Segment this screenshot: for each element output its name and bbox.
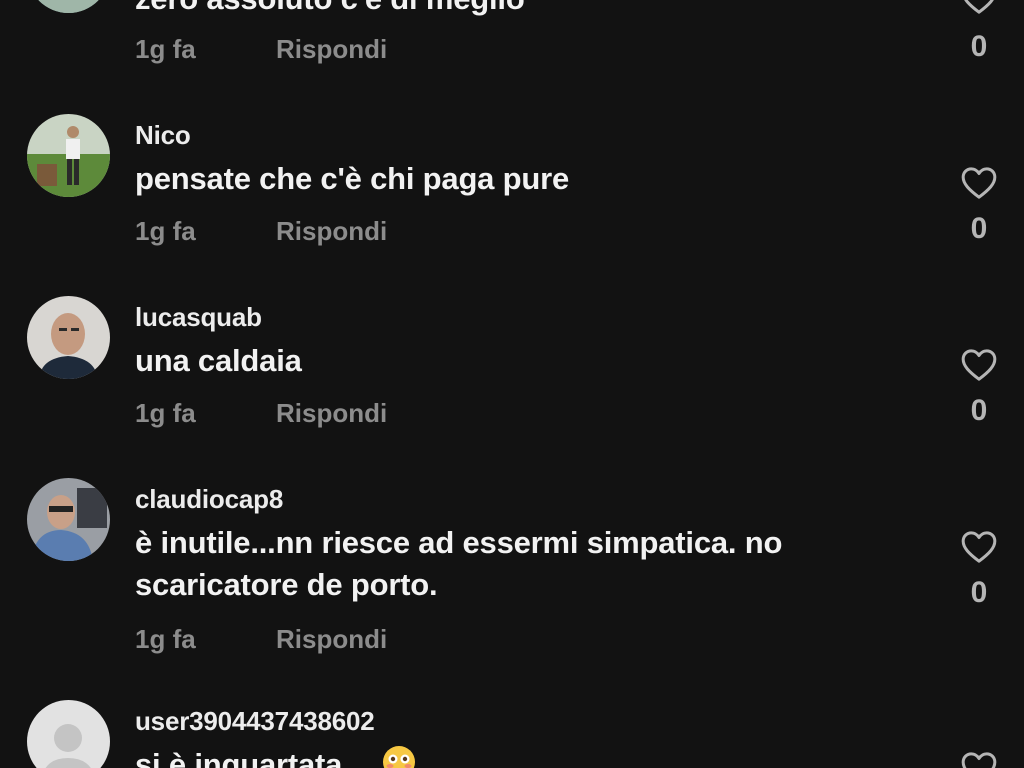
comment-text: zero assoluto c'è di meglio	[135, 0, 895, 20]
comment-time: 1g fa	[135, 624, 196, 654]
comment-username[interactable]: lucasquab	[135, 302, 262, 333]
comment-time: 1g fa	[135, 398, 196, 428]
comment-text-content: si è inquartata....	[135, 747, 376, 768]
avatar[interactable]	[27, 296, 110, 379]
like-count: 0	[970, 576, 988, 609]
reply-button[interactable]: Rispondi	[276, 34, 387, 65]
comment-username[interactable]: user3904437438602	[135, 706, 375, 737]
comment-username[interactable]: Nico	[135, 120, 191, 151]
like-count: 0	[970, 212, 988, 245]
comment-text: è inutile...nn riesce ad essermi simpati…	[135, 525, 783, 602]
like-count: 0	[970, 394, 988, 427]
avatar[interactable]	[27, 700, 110, 768]
comment-text: una caldaia	[135, 343, 302, 378]
like-count: 0	[970, 30, 988, 63]
avatar[interactable]	[27, 478, 110, 561]
avatar[interactable]	[27, 0, 110, 13]
heart-icon[interactable]	[958, 527, 1000, 567]
comment-text: si è inquartata....	[135, 744, 895, 768]
comment-username[interactable]: claudiocap8	[135, 484, 283, 515]
heart-icon[interactable]	[958, 345, 1000, 385]
flushed-face-icon	[382, 745, 416, 768]
reply-button[interactable]: Rispondi	[276, 398, 387, 429]
reply-button[interactable]: Rispondi	[276, 624, 387, 655]
comment-time: 1g fa	[135, 34, 196, 64]
comment-text: pensate che c'è chi paga pure	[135, 161, 570, 196]
avatar[interactable]	[27, 114, 110, 197]
heart-icon[interactable]	[958, 163, 1000, 203]
reply-button[interactable]: Rispondi	[276, 216, 387, 247]
comment-time: 1g fa	[135, 216, 196, 246]
heart-icon[interactable]	[958, 0, 1000, 18]
heart-icon[interactable]	[958, 748, 1000, 768]
